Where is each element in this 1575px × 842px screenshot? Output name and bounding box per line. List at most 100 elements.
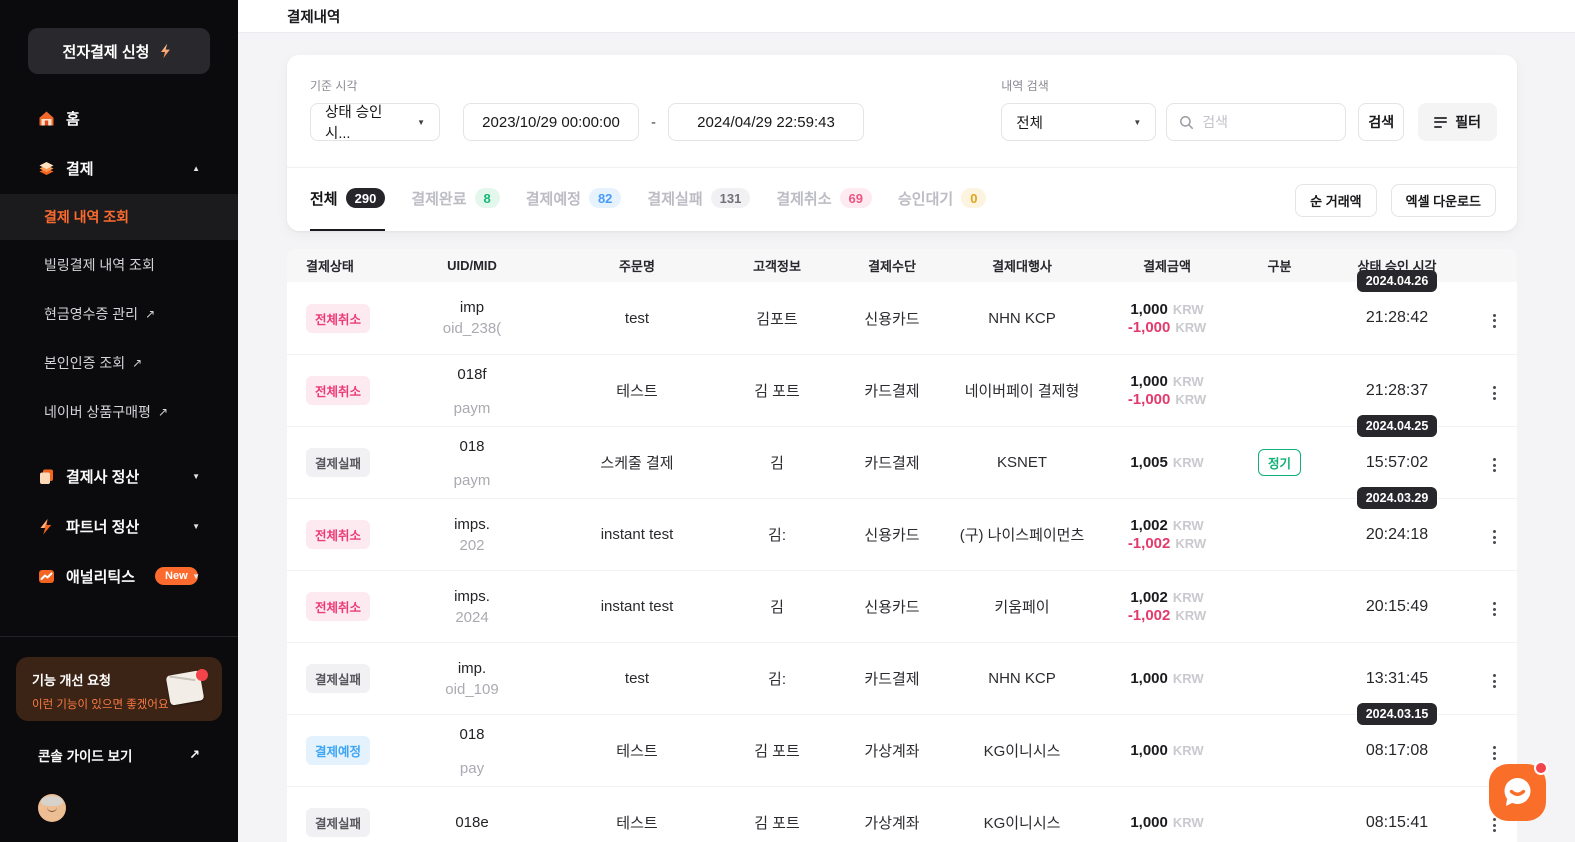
payments-submenu-item[interactable]: 결제 내역 조회 [0, 194, 238, 240]
row-menu-cell [1472, 448, 1517, 477]
status-tab[interactable]: 결제완료 8 [411, 183, 499, 231]
payments-submenu-item[interactable]: 본인인증 조회 ↗ [0, 338, 238, 387]
status-tab[interactable]: 전체 290 [310, 183, 385, 231]
paid-amount: 1,005 [1130, 454, 1168, 471]
status-tab[interactable]: 결제예정 82 [526, 183, 622, 231]
row-menu-button[interactable] [1488, 381, 1501, 405]
currency-label: KRW [1173, 743, 1204, 758]
external-link-icon: ↗ [145, 307, 155, 321]
tab-count-badge: 82 [589, 188, 621, 208]
order-uid: 2024 [455, 607, 488, 628]
search-input[interactable] [1202, 114, 1333, 130]
column-header: 결제수단 [837, 256, 947, 275]
order-name: 테스트 [557, 812, 717, 833]
currency-label: KRW [1173, 518, 1204, 533]
main-area: 결제내역 기준 시각 상태 승인 시... ▼ - [238, 0, 1575, 842]
apply-epay-button[interactable]: 전자결제 신청 [28, 28, 210, 74]
table-row[interactable]: 전체취소 imps. 202 instant test 김: 신용카드 (구) … [287, 498, 1517, 570]
order-uid: oid_109 [445, 679, 498, 700]
table-row[interactable]: 전체취소 imps. 2024 instant test 김 신용카드 키움페이… [287, 570, 1517, 642]
payments-submenu-item[interactable]: 빌링결제 내역 조회 [0, 240, 238, 289]
payment-status-badge: 전체취소 [306, 520, 370, 549]
status-tab[interactable]: 결제취소 69 [776, 183, 872, 231]
order-name: instant test [557, 526, 717, 543]
submenu-item-label: 현금영수증 관리 [44, 304, 138, 324]
apply-epay-label: 전자결제 신청 [63, 41, 150, 62]
amount-cell: 1,000KRW [1097, 814, 1237, 831]
date-from-input[interactable] [463, 103, 639, 141]
status-tabs: 전체 290 결제완료 8 결제예정 82 결제실패 131 결제취소 69 승… [310, 183, 986, 231]
approved-time: 15:57:02 [1322, 454, 1472, 472]
home-icon [38, 110, 55, 127]
status-tab[interactable]: 승인대기 0 [898, 183, 986, 231]
pg-provider: NHN KCP [947, 310, 1097, 327]
status-tab[interactable]: 결제실패 131 [647, 183, 750, 231]
table-row[interactable]: 결제실패 018e 테스트 김 포트 가상계좌 KG이니시스 1,000KRW … [287, 786, 1517, 842]
payments-submenu-item[interactable]: 네이버 상품구매평 ↗ [0, 387, 238, 436]
sidebar-item-payments[interactable]: 결제 ▲ [0, 154, 238, 182]
date-to-input[interactable] [668, 103, 864, 141]
payment-uid: imp. [458, 658, 486, 679]
filter-icon [1434, 117, 1447, 128]
payments-table: 결제상태UID/MID주문명고객정보결제수단결제대행사결제금액구분상태 승인 시… [287, 249, 1517, 842]
search-button[interactable]: 검색 [1358, 103, 1404, 141]
notification-dot [1534, 761, 1548, 775]
row-menu-button[interactable] [1488, 309, 1501, 333]
order-uid: oid_238( [443, 318, 501, 339]
paid-amount: 1,002 [1130, 589, 1168, 606]
feature-request-card[interactable]: 기능 개선 요청 이런 기능이 있으면 좋겠어요 [16, 657, 222, 721]
sidebar-item-pg-settlement[interactable]: 결제사 정산 ▼ [0, 462, 238, 490]
console-guide-link[interactable]: 콘솔 가이드 보기 ↗ [0, 745, 238, 765]
net-amount-button[interactable]: 순 거래액 [1295, 184, 1376, 217]
amount-cell: 1,000KRW -1,000KRW [1097, 373, 1237, 408]
row-menu-button[interactable] [1488, 741, 1501, 765]
submenu-item-label: 결제 내역 조회 [44, 207, 129, 227]
excel-download-button[interactable]: 엑셀 다운로드 [1391, 184, 1496, 217]
filter-button[interactable]: 필터 [1418, 103, 1497, 141]
date-badge: 2024.03.29 [1322, 487, 1472, 509]
amount-cell: 1,000KRW [1097, 670, 1237, 687]
approved-time: 13:31:45 [1322, 670, 1472, 688]
datetime-type-value: 상태 승인 시... [325, 101, 399, 143]
row-menu-button[interactable] [1488, 597, 1501, 621]
order-name: instant test [557, 598, 717, 615]
mail-illustration [168, 669, 208, 707]
sidebar-divider [0, 636, 238, 637]
payment-method: 카드결제 [837, 668, 947, 689]
row-menu-button[interactable] [1488, 453, 1501, 477]
table-row[interactable]: 전체취소 imp oid_238( test 김포트 신용카드 NHN KCP … [287, 282, 1517, 354]
sidebar-item-home[interactable]: 홈 [0, 104, 238, 132]
tab-count-badge: 8 [475, 188, 500, 208]
row-menu-cell [1472, 376, 1517, 405]
row-menu-button[interactable] [1488, 525, 1501, 549]
sidebar-item-partner-settlement[interactable]: 파트너 정산 ▼ [0, 512, 238, 540]
user-avatar[interactable] [38, 794, 66, 822]
currency-label: KRW [1173, 455, 1204, 470]
search-scope-select[interactable]: 전체 ▼ [1001, 103, 1156, 141]
datetime-type-select[interactable]: 상태 승인 시... ▼ [310, 103, 440, 141]
sidebar-item-analytics[interactable]: 애널리틱스 New ▼ [0, 562, 238, 590]
currency-label: KRW [1173, 815, 1204, 830]
payment-status-badge: 결제실패 [306, 808, 370, 837]
documents-icon [38, 468, 55, 485]
payment-uid: 018 [459, 436, 484, 457]
payments-submenu-item[interactable]: 현금영수증 관리 ↗ [0, 289, 238, 338]
row-menu-button[interactable] [1488, 669, 1501, 693]
date-badge: 2024.03.15 [1322, 703, 1472, 725]
order-name: 스케줄 결제 [557, 452, 717, 473]
chevron-down-icon: ▼ [1115, 118, 1141, 127]
payment-uid: imp [460, 297, 484, 318]
filter-card: 기준 시각 상태 승인 시... ▼ - 내역 검색 [287, 55, 1517, 231]
customer-info: 김포트 [717, 308, 837, 329]
date-badge: 2024.04.25 [1322, 415, 1472, 437]
table-row[interactable]: 결제예정 018 pay 테스트 김 포트 가상계좌 KG이니시스 1,000K… [287, 714, 1517, 786]
payment-method: 가상계좌 [837, 812, 947, 833]
chat-widget-button[interactable] [1489, 764, 1546, 821]
arrow-up-right-icon: ↗ [189, 747, 200, 763]
currency-label: KRW [1173, 374, 1204, 389]
search-box [1166, 103, 1346, 141]
submenu-item-label: 네이버 상품구매평 [44, 402, 151, 422]
chevron-down-icon: ▼ [192, 572, 200, 581]
lightning-icon [158, 43, 175, 60]
uid-mid-cell: imp. oid_109 [387, 643, 557, 714]
